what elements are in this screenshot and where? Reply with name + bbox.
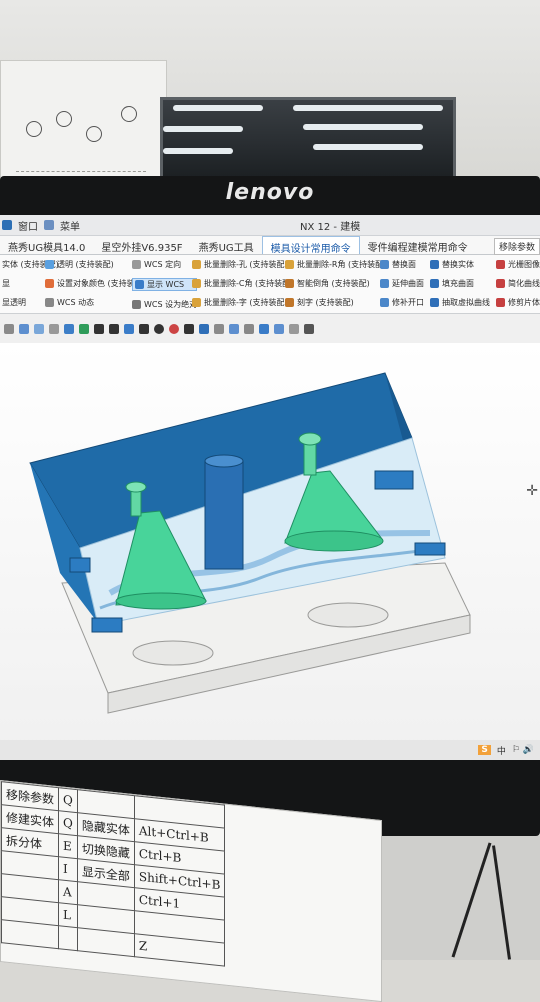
background-window bbox=[160, 97, 456, 183]
taskbar: S 中 ⚐ 🔊 bbox=[0, 740, 540, 760]
orient-icon bbox=[132, 260, 141, 269]
engrave-icon bbox=[285, 298, 294, 307]
transparent-icon bbox=[45, 260, 54, 269]
curve-icon bbox=[496, 279, 505, 288]
fill-surface-icon bbox=[430, 279, 439, 288]
ribbon-btn-extract-curve[interactable]: 抽取虚拟曲线 bbox=[430, 297, 490, 308]
shade-icon[interactable] bbox=[259, 324, 269, 334]
palette-icon bbox=[45, 279, 54, 288]
circle-icon[interactable] bbox=[154, 324, 164, 334]
ribbon-btn-patch-opening[interactable]: 修补开口 bbox=[380, 297, 424, 308]
window-title: NX 12 - 建模 bbox=[300, 221, 361, 233]
section-icon[interactable] bbox=[289, 324, 299, 334]
grid-icon[interactable] bbox=[79, 324, 89, 334]
ime-logo-icon[interactable]: S bbox=[478, 745, 491, 755]
screen: 窗口 菜单 NX 12 - 建模 燕秀UG模具14.0 星空外挂V6.935F … bbox=[0, 215, 540, 760]
ime-indicator[interactable]: 中 bbox=[497, 744, 506, 757]
whiteboard bbox=[0, 60, 167, 182]
ribbon-btn-replace-solid[interactable]: 替换实体 bbox=[430, 259, 490, 270]
filter-icon[interactable] bbox=[4, 324, 14, 334]
selection-toolbar bbox=[0, 314, 540, 345]
graphics-viewport[interactable]: ✛ bbox=[0, 343, 540, 760]
rectangle-select-icon[interactable] bbox=[49, 324, 59, 334]
menu-icon bbox=[44, 220, 54, 230]
wcs-icon bbox=[45, 298, 54, 307]
ribbon-btn-delete-text[interactable]: 批量删除-字 (支持装配) bbox=[192, 297, 293, 308]
ribbon-btn-replace-face[interactable]: 替换面 bbox=[380, 259, 424, 270]
system-tray[interactable]: ⚐ 🔊 bbox=[512, 745, 534, 755]
view-cube-icon[interactable] bbox=[64, 324, 74, 334]
ribbon-btn-raster-image[interactable]: 光栅图像 bbox=[496, 259, 540, 270]
spline-icon[interactable] bbox=[139, 324, 149, 334]
command-search-box[interactable]: 移除参数 bbox=[493, 238, 540, 255]
ribbon-group-5: 批量删除-R角 (支持装配) 智能倒角 (支持装配) 刻字 (支持装配) bbox=[285, 259, 386, 308]
ribbon-tabs: 燕秀UG模具14.0 星空外挂V6.935F 燕秀UG工具 模具设计常用命令 零… bbox=[0, 236, 540, 255]
main-menu[interactable]: 菜单 bbox=[60, 218, 80, 233]
tab-yanxiu-tools[interactable]: 燕秀UG工具 bbox=[191, 236, 262, 254]
trim-icon bbox=[496, 298, 505, 307]
ribbon-group-4: 批量删除-孔 (支持装配) 批量删除-C角 (支持装配) 批量删除-字 (支持装… bbox=[192, 259, 293, 308]
ribbon-group-7: 替换实体 填充曲面 抽取虚拟曲线 bbox=[430, 259, 490, 308]
curve-icon[interactable] bbox=[124, 324, 134, 334]
ribbon-btn-wcs-dynamic[interactable]: WCS 动态 bbox=[45, 297, 146, 308]
smart-chamfer-icon bbox=[285, 279, 294, 288]
ribbon-btn-trim-sheet[interactable]: 修剪片体 bbox=[496, 297, 540, 308]
tab-yanxiu-mold[interactable]: 燕秀UG模具14.0 bbox=[0, 236, 93, 254]
tab-mold-design-commands[interactable]: 模具设计常用命令 bbox=[261, 236, 360, 255]
snap-icon[interactable] bbox=[34, 324, 44, 334]
view-icon[interactable] bbox=[229, 324, 239, 334]
ribbon-btn-show-wcs[interactable]: 显示 WCS bbox=[132, 278, 198, 291]
title-bar: 窗口 菜单 NX 12 - 建模 bbox=[0, 215, 540, 236]
image-icon bbox=[496, 260, 505, 269]
ribbon-btn-wcs-orient[interactable]: WCS 定向 bbox=[132, 259, 197, 270]
render-icon[interactable] bbox=[244, 324, 254, 334]
ribbon-btn-extend-surface[interactable]: 延伸曲面 bbox=[380, 278, 424, 289]
replace-solid-icon bbox=[430, 260, 439, 269]
ribbon-btn-simplify-curve[interactable]: 简化曲线 bbox=[496, 278, 540, 289]
point-icon[interactable] bbox=[169, 324, 179, 334]
extract-curve-icon bbox=[430, 298, 439, 307]
hole-icon bbox=[192, 260, 201, 269]
ribbon-panel: 实体 (支持装配) 显 显透明 透明 (支持装配) 设置对象颜色 (支持装配) … bbox=[0, 255, 540, 314]
select-icon[interactable] bbox=[19, 324, 29, 334]
monitor-brand-logo: lenovo bbox=[225, 180, 315, 205]
plus-icon[interactable] bbox=[184, 324, 194, 334]
whiteboard-doodles bbox=[16, 101, 146, 172]
round-icon bbox=[285, 260, 294, 269]
mold-model bbox=[29, 372, 471, 714]
ribbon-group-3: WCS 定向 显示 WCS WCS 设为绝对 bbox=[132, 259, 198, 310]
tab-part-programming-commands[interactable]: 零件编程建模常用命令 bbox=[360, 236, 476, 254]
measure-icon[interactable] bbox=[199, 324, 209, 334]
ribbon-btn-fill-surface[interactable]: 填充曲面 bbox=[430, 278, 490, 289]
app-icon bbox=[2, 220, 12, 230]
tab-xingkong-plugin[interactable]: 星空外挂V6.935F bbox=[93, 236, 190, 254]
ribbon-btn-transparent[interactable]: 透明 (支持装配) bbox=[45, 259, 146, 270]
ribbon-group-8: 光栅图像 简化曲线 修剪片体 bbox=[496, 259, 540, 308]
extend-surface-icon bbox=[380, 279, 389, 288]
axes-icon bbox=[135, 280, 144, 289]
shortcut-sheet: 移除参数 Q 修建实体 Q 隐藏实体 Alt+Ctrl+B 拆分体 E 切换隐藏 Ctrl+B… bbox=[0, 780, 382, 1002]
replace-face-icon bbox=[380, 260, 389, 269]
ribbon-btn-delete-holes[interactable]: 批量删除-孔 (支持装配) bbox=[192, 259, 293, 270]
patch-icon bbox=[380, 298, 389, 307]
line-icon[interactable] bbox=[94, 324, 104, 334]
text-icon bbox=[192, 298, 201, 307]
chamfer-icon bbox=[192, 279, 201, 288]
absolute-icon bbox=[132, 300, 141, 309]
ribbon-btn-engrave[interactable]: 刻字 (支持装配) bbox=[285, 297, 386, 308]
layer-icon[interactable] bbox=[214, 324, 224, 334]
ribbon-btn-set-color[interactable]: 设置对象颜色 (支持装配) bbox=[45, 278, 146, 289]
ribbon-btn-delete-round[interactable]: 批量删除-R角 (支持装配) bbox=[285, 259, 386, 270]
arc-icon[interactable] bbox=[109, 324, 119, 334]
shortcut-table: 移除参数 Q 修建实体 Q 隐藏实体 Alt+Ctrl+B 拆分体 E 切换隐藏 Ctrl+B… bbox=[1, 781, 225, 967]
orient-view-icon[interactable] bbox=[274, 324, 284, 334]
ribbon-btn-smart-chamfer[interactable]: 智能倒角 (支持装配) bbox=[285, 278, 386, 289]
ribbon-group-6: 替换面 延伸曲面 修补开口 bbox=[380, 259, 424, 308]
ribbon-group-2: 透明 (支持装配) 设置对象颜色 (支持装配) WCS 动态 bbox=[45, 259, 146, 308]
ribbon-btn-wcs-absolute[interactable]: WCS 设为绝对 bbox=[132, 299, 197, 310]
wcs-cursor-icon: ✛ bbox=[526, 483, 538, 499]
ribbon-btn-delete-chamfer[interactable]: 批量删除-C角 (支持装配) bbox=[192, 278, 293, 289]
window-menu[interactable]: 窗口 bbox=[18, 218, 38, 233]
fit-icon[interactable] bbox=[304, 324, 314, 334]
